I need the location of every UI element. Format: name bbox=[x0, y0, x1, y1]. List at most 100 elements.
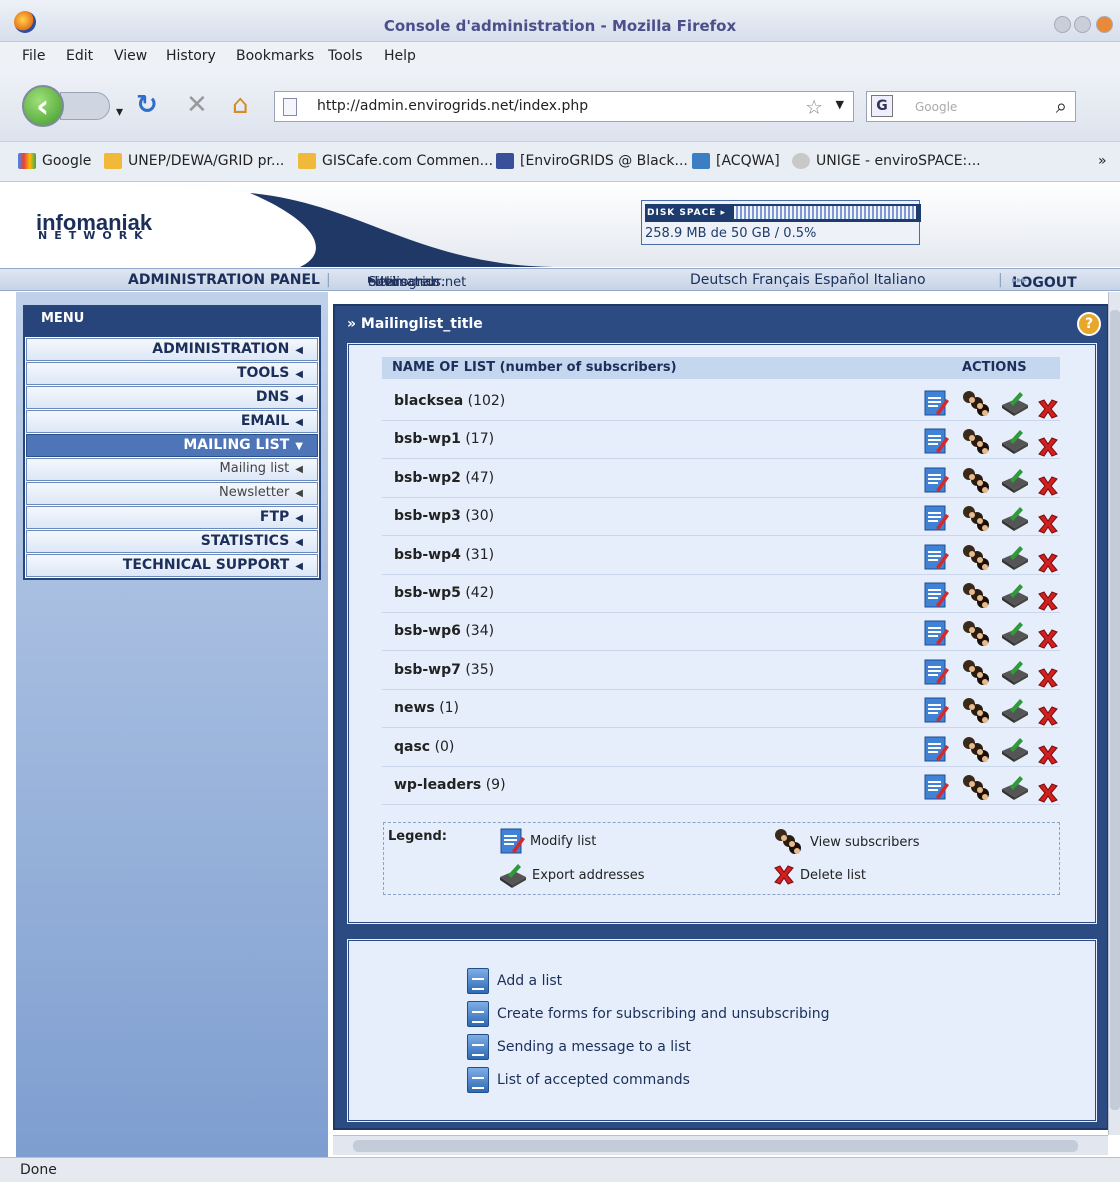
menu-view[interactable]: View bbox=[114, 48, 147, 64]
modify-list-icon[interactable] bbox=[922, 773, 950, 801]
view-subscribers-icon[interactable] bbox=[960, 466, 992, 496]
export-action[interactable] bbox=[1000, 389, 1030, 421]
modify-action[interactable] bbox=[922, 696, 950, 728]
view-subscribers-icon[interactable] bbox=[960, 389, 992, 419]
view-action[interactable] bbox=[960, 466, 992, 500]
menu-item-technical-support[interactable]: TECHNICAL SUPPORT ◀ bbox=[26, 554, 318, 577]
delete-list-icon[interactable] bbox=[1036, 551, 1060, 575]
view-action[interactable] bbox=[960, 773, 992, 807]
modify-list-icon[interactable] bbox=[922, 619, 950, 647]
delete-list-icon[interactable] bbox=[1036, 743, 1060, 767]
modify-action[interactable] bbox=[922, 389, 950, 421]
view-subscribers-icon[interactable] bbox=[960, 735, 992, 765]
modify-list-icon[interactable] bbox=[922, 389, 950, 417]
view-action[interactable] bbox=[960, 543, 992, 577]
bookmark-google[interactable]: Google bbox=[18, 153, 91, 169]
export-addresses-icon[interactable] bbox=[1000, 466, 1030, 494]
export-addresses-icon[interactable] bbox=[1000, 773, 1030, 801]
bookmark-unige[interactable]: UNIGE - enviroSPACE:... bbox=[792, 153, 981, 169]
list-name[interactable]: blacksea (102) bbox=[394, 393, 505, 409]
modify-list-icon[interactable] bbox=[922, 504, 950, 532]
delete-list-icon[interactable] bbox=[1036, 397, 1060, 421]
language-links[interactable]: Deutsch Français Español Italiano bbox=[690, 272, 926, 288]
url-dropdown-icon[interactable]: ▼ bbox=[836, 98, 844, 111]
export-action[interactable] bbox=[1000, 466, 1030, 498]
bookmark-star-icon[interactable]: ☆ bbox=[805, 95, 823, 119]
export-action[interactable] bbox=[1000, 658, 1030, 690]
list-name[interactable]: bsb-wp6 (34) bbox=[394, 623, 494, 639]
close-button[interactable] bbox=[1096, 16, 1113, 33]
menu-file[interactable]: File bbox=[22, 48, 45, 64]
menu-item-ftp[interactable]: FTP ◀ bbox=[26, 506, 318, 529]
view-subscribers-icon[interactable] bbox=[960, 427, 992, 457]
modify-list-icon[interactable] bbox=[922, 427, 950, 455]
menu-edit[interactable]: Edit bbox=[66, 48, 93, 64]
menu-bookmarks[interactable]: Bookmarks bbox=[236, 48, 314, 64]
back-button[interactable] bbox=[22, 85, 64, 127]
modify-action[interactable] bbox=[922, 735, 950, 767]
view-action[interactable] bbox=[960, 581, 992, 615]
delete-list-icon[interactable] bbox=[1036, 512, 1060, 536]
export-action[interactable] bbox=[1000, 504, 1030, 536]
list-name[interactable]: bsb-wp5 (42) bbox=[394, 585, 494, 601]
export-addresses-icon[interactable] bbox=[1000, 696, 1030, 724]
menu-history[interactable]: History bbox=[166, 48, 216, 64]
list-name[interactable]: wp-leaders (9) bbox=[394, 777, 506, 793]
add-list-link[interactable]: Add a list bbox=[467, 968, 562, 994]
vertical-scrollbar[interactable] bbox=[1108, 292, 1120, 1135]
view-action[interactable] bbox=[960, 735, 992, 769]
horizontal-scrollbar[interactable] bbox=[333, 1135, 1108, 1155]
export-addresses-icon[interactable] bbox=[1000, 389, 1030, 417]
view-subscribers-icon[interactable] bbox=[960, 581, 992, 611]
delete-list-icon[interactable] bbox=[1036, 474, 1060, 498]
view-action[interactable] bbox=[960, 619, 992, 653]
url-bar[interactable]: http://admin.envirogrids.net/index.php ☆… bbox=[274, 91, 854, 122]
modify-list-icon[interactable] bbox=[922, 696, 950, 724]
export-action[interactable] bbox=[1000, 427, 1030, 459]
delete-list-icon[interactable] bbox=[1036, 781, 1060, 805]
view-subscribers-icon[interactable] bbox=[960, 543, 992, 573]
view-subscribers-icon[interactable] bbox=[960, 619, 992, 649]
export-addresses-icon[interactable] bbox=[1000, 619, 1030, 647]
modify-action[interactable] bbox=[922, 658, 950, 690]
menu-item-tools[interactable]: TOOLS ◀ bbox=[26, 362, 318, 385]
modify-action[interactable] bbox=[922, 619, 950, 651]
export-addresses-icon[interactable] bbox=[1000, 735, 1030, 763]
modify-action[interactable] bbox=[922, 504, 950, 536]
history-dropdown-icon[interactable]: ▾ bbox=[116, 97, 123, 127]
accepted-commands-link[interactable]: List of accepted commands bbox=[467, 1067, 690, 1093]
view-action[interactable] bbox=[960, 658, 992, 692]
bookmarks-overflow[interactable]: » bbox=[1098, 153, 1107, 169]
help-icon[interactable]: ? bbox=[1077, 312, 1101, 336]
menu-item-newsletter[interactable]: Newsletter ◀ bbox=[26, 482, 318, 505]
view-subscribers-icon[interactable] bbox=[960, 696, 992, 726]
list-name[interactable]: news (1) bbox=[394, 700, 459, 716]
search-engine-icon[interactable]: G bbox=[871, 95, 893, 117]
list-name[interactable]: bsb-wp2 (47) bbox=[394, 470, 494, 486]
delete-list-icon[interactable] bbox=[1036, 589, 1060, 613]
view-subscribers-icon[interactable] bbox=[960, 773, 992, 803]
modify-list-icon[interactable] bbox=[922, 735, 950, 763]
export-action[interactable] bbox=[1000, 581, 1030, 613]
menu-item-email[interactable]: EMAIL ◀ bbox=[26, 410, 318, 433]
export-addresses-icon[interactable] bbox=[1000, 581, 1030, 609]
menu-item-administration[interactable]: ADMINISTRATION ◀ bbox=[26, 338, 318, 361]
search-box[interactable]: G Google ⌕ bbox=[866, 91, 1076, 122]
view-action[interactable] bbox=[960, 427, 992, 461]
stop-icon[interactable]: ✕ bbox=[186, 90, 208, 120]
export-action[interactable] bbox=[1000, 696, 1030, 728]
modify-list-icon[interactable] bbox=[922, 543, 950, 571]
delete-list-icon[interactable] bbox=[1036, 435, 1060, 459]
delete-list-icon[interactable] bbox=[1036, 704, 1060, 728]
menu-item-statistics[interactable]: STATISTICS ◀ bbox=[26, 530, 318, 553]
home-icon[interactable]: ⌂ bbox=[232, 90, 249, 120]
bookmark-acqwa[interactable]: [ACQWA] bbox=[692, 153, 780, 169]
modify-list-icon[interactable] bbox=[922, 658, 950, 686]
modify-action[interactable] bbox=[922, 466, 950, 498]
scrollbar-thumb[interactable] bbox=[1110, 310, 1120, 1110]
list-name[interactable]: bsb-wp7 (35) bbox=[394, 662, 494, 678]
modify-action[interactable] bbox=[922, 773, 950, 805]
export-action[interactable] bbox=[1000, 543, 1030, 575]
minimize-button[interactable] bbox=[1054, 16, 1071, 33]
menu-item-mailing-list-sub[interactable]: Mailing list ◀ bbox=[26, 458, 318, 481]
